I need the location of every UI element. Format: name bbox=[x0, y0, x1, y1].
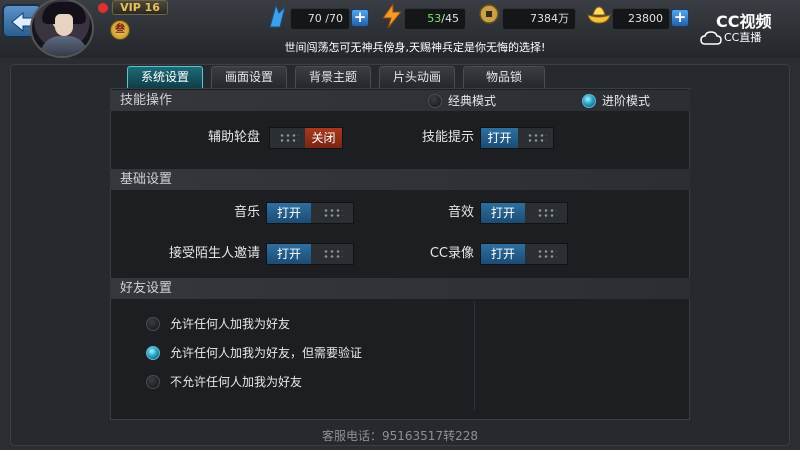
radio-advanced-mode[interactable] bbox=[582, 94, 596, 108]
radio-advanced-mode-label: 进阶模式 bbox=[602, 94, 651, 108]
gold-value: 23800 bbox=[612, 8, 670, 30]
toggle-grip-icon bbox=[323, 249, 343, 259]
avatar-face bbox=[55, 14, 73, 36]
service-phone: 客服电话：95163517转228 bbox=[322, 429, 478, 443]
sfx-toggle[interactable]: 打开 bbox=[480, 202, 568, 224]
music-state: 打开 bbox=[267, 203, 311, 223]
toggle-grip-icon bbox=[537, 208, 557, 218]
friend-divider bbox=[474, 302, 475, 410]
radio-friend-allow-verify-label: 允许任何人加我为好友，但需要验证 bbox=[170, 346, 363, 360]
avatar-robe bbox=[40, 36, 88, 56]
tab-system-settings[interactable]: 系统设置 bbox=[127, 66, 203, 88]
stranger-invite-state: 打开 bbox=[267, 244, 311, 264]
scrolling-banner: 世间闯荡怎可无神兵傍身,天赐神兵定是你无悔的选择! bbox=[284, 41, 546, 54]
cc-record-toggle[interactable]: 打开 bbox=[480, 243, 568, 265]
notification-dot-icon bbox=[98, 3, 108, 13]
music-toggle[interactable]: 打开 bbox=[266, 202, 354, 224]
cc-watermark: CC视频 CC直播 bbox=[700, 8, 798, 48]
aux-wheel-label: 辅助轮盘 bbox=[207, 130, 260, 145]
radio-friend-deny-all[interactable] bbox=[146, 375, 160, 389]
sfx-label: 音效 bbox=[447, 205, 474, 220]
cc-record-label: CC录像 bbox=[429, 246, 474, 261]
toggle-grip-icon bbox=[537, 249, 557, 259]
energy-icon bbox=[382, 3, 403, 29]
skill-hint-label: 技能提示 bbox=[421, 130, 474, 145]
radio-friend-deny-all-label: 不允许任何人加我为好友 bbox=[170, 375, 303, 389]
energy-rest: /45 bbox=[441, 12, 459, 25]
toggle-grip-icon bbox=[279, 133, 299, 143]
cc-watermark-line2: CC直播 bbox=[724, 31, 762, 44]
vip-badge[interactable]: VIP 16 bbox=[112, 0, 168, 15]
gold-plus-button[interactable]: + bbox=[671, 9, 689, 27]
aux-wheel-toggle[interactable]: 关闭 bbox=[269, 127, 343, 149]
radio-friend-allow-all[interactable] bbox=[146, 317, 160, 331]
radio-friend-allow-all-label: 允许任何人加我为好友 bbox=[170, 317, 291, 331]
music-label: 音乐 bbox=[233, 205, 260, 220]
energy-value: 53/45 bbox=[404, 8, 466, 30]
toggle-grip-icon bbox=[527, 133, 547, 143]
stranger-invite-label: 接受陌生人邀请 bbox=[168, 246, 260, 261]
level-badge: 叁 bbox=[110, 20, 130, 40]
section-friend-title: 好友设置 bbox=[110, 278, 690, 299]
tab-item-lock[interactable]: 物品锁 bbox=[463, 66, 545, 88]
tab-graphics-settings[interactable]: 画面设置 bbox=[211, 66, 287, 88]
avatar[interactable] bbox=[30, 0, 94, 58]
stamina-value: 70 /70 bbox=[290, 8, 350, 30]
aux-wheel-state: 关闭 bbox=[305, 128, 342, 148]
stamina-plus-button[interactable]: + bbox=[351, 9, 369, 27]
toggle-grip-icon bbox=[323, 208, 343, 218]
skill-hint-toggle[interactable]: 打开 bbox=[480, 127, 554, 149]
coin-icon bbox=[479, 4, 499, 24]
cloud-icon bbox=[700, 31, 722, 45]
coins-value: 7384万 bbox=[502, 8, 576, 30]
section-basic-title: 基础设置 bbox=[110, 169, 690, 190]
gold-ingot-icon bbox=[587, 6, 611, 24]
energy-current: 53 bbox=[427, 12, 442, 25]
tab-background-theme[interactable]: 背景主题 bbox=[295, 66, 371, 88]
radio-classic-mode[interactable] bbox=[428, 94, 442, 108]
radio-classic-mode-label: 经典模式 bbox=[448, 94, 497, 108]
sfx-state: 打开 bbox=[481, 203, 525, 223]
stamina-icon bbox=[269, 3, 286, 28]
radio-friend-allow-verify[interactable] bbox=[146, 346, 160, 360]
stranger-invite-toggle[interactable]: 打开 bbox=[266, 243, 354, 265]
cc-record-state: 打开 bbox=[481, 244, 525, 264]
tab-intro-animation[interactable]: 片头动画 bbox=[379, 66, 455, 88]
skill-hint-state: 打开 bbox=[481, 128, 518, 148]
